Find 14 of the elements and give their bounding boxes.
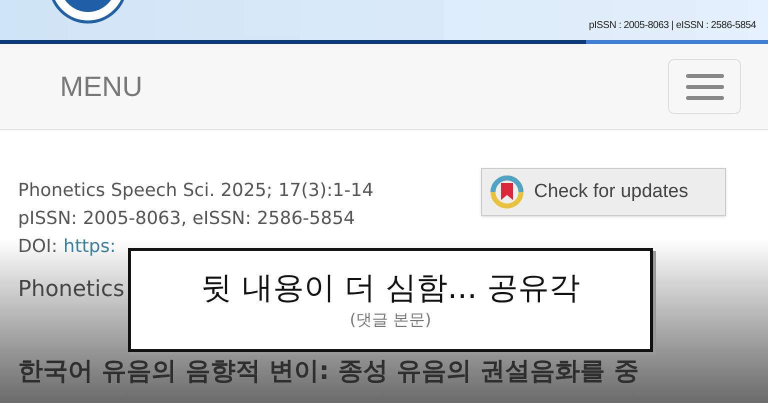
issn-line: pISSN: 2005-8063, eISSN: 2586-5854 <box>18 207 356 231</box>
doi-link[interactable]: https: <box>63 233 116 261</box>
caption-subtext: (댓글 본문) <box>350 309 432 331</box>
doi-label: DOI: <box>18 235 58 259</box>
menu-label: MENU <box>60 70 142 104</box>
bookmark-icon <box>490 175 524 209</box>
issn-text: pISSN : 2005-8063 | eISSN : 2586-5854 <box>588 19 756 33</box>
citation-text: Phonetics Speech Sci. 2025; 17(3):1-14 <box>18 179 374 203</box>
menu-button[interactable] <box>668 59 741 114</box>
article-title: 한국어 유음의 음향적 변이: 종성 유음의 권설음화를 중 <box>18 356 639 386</box>
caption-text: 뒷 내용이 더 심함... 공유각 <box>201 269 580 308</box>
menu-icon <box>686 74 724 100</box>
category-text: Phonetics <box>18 276 124 304</box>
check-updates-button[interactable]: Check for updates <box>481 168 726 216</box>
